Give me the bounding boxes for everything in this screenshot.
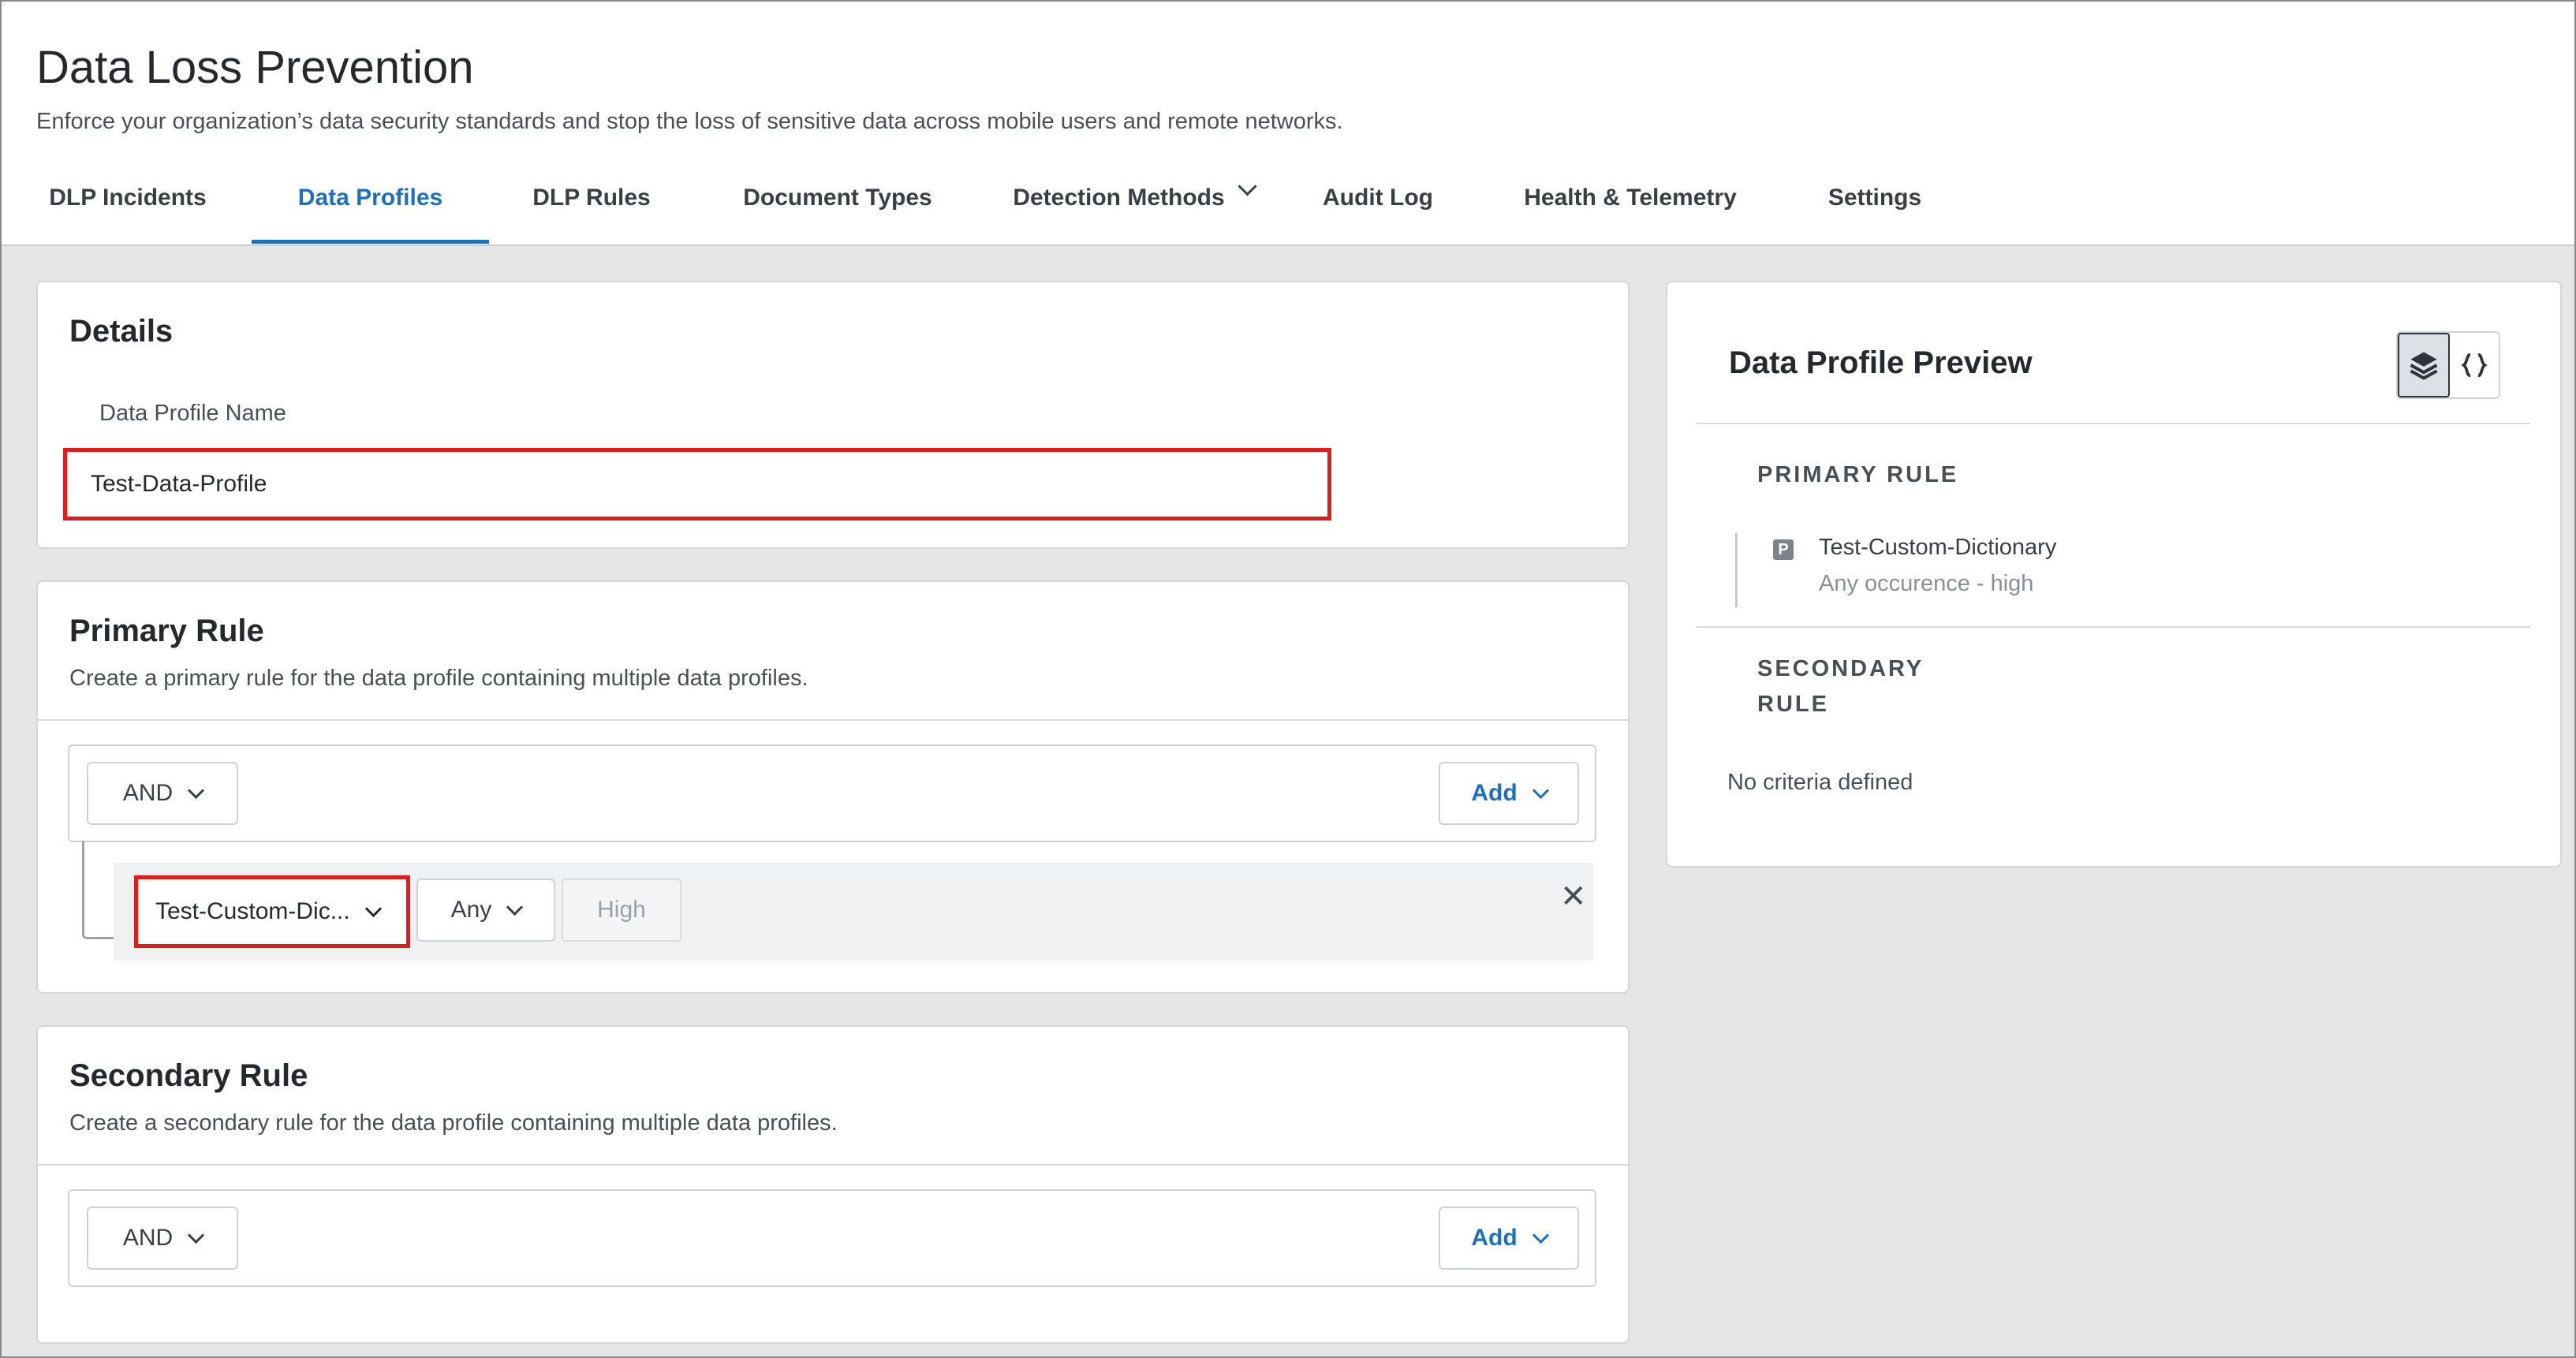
data-profile-name-label: Data Profile Name — [99, 401, 286, 426]
data-profile-preview-card: Data Profile Preview PRIMARY RULE P Test… — [1666, 281, 2562, 867]
tab-health-telemetry[interactable]: Health & Telemetry — [1520, 185, 1741, 240]
tab-dlp-rules[interactable]: DLP Rules — [522, 185, 661, 240]
chevron-down-icon — [188, 782, 205, 799]
tab-settings[interactable]: Settings — [1816, 185, 1934, 240]
primary-rule-group — [68, 744, 1596, 842]
preview-connector-line — [1735, 533, 1738, 607]
divider — [1696, 626, 2530, 628]
secondary-rule-description: Create a secondary rule for the data pro… — [69, 1110, 838, 1136]
primary-rule-title: Primary Rule — [69, 614, 264, 648]
preview-secondary-label: SECONDARY RULE — [1757, 656, 1925, 717]
secondary-operator-select[interactable]: AND — [87, 1207, 238, 1270]
rule-connector — [82, 841, 116, 939]
dictionary-select[interactable]: Test-Custom-Dic... — [134, 875, 410, 948]
chevron-down-icon — [506, 898, 524, 916]
chevron-down-icon — [1532, 1226, 1549, 1244]
page-title: Data Loss Prevention — [36, 42, 474, 93]
remove-condition-icon[interactable]: ✕ — [1560, 879, 1587, 915]
tab-detection-methods[interactable]: Detection Methods — [1003, 177, 1264, 240]
preview-primary-label: PRIMARY RULE — [1757, 462, 1959, 487]
secondary-rule-group — [68, 1189, 1596, 1287]
preview-view-toggle — [2396, 331, 2500, 399]
tab-audit-log[interactable]: Audit Log — [1319, 185, 1437, 240]
active-tab-indicator — [252, 240, 489, 244]
secondary-rule-title: Secondary Rule — [69, 1058, 308, 1093]
preview-title: Data Profile Preview — [1729, 345, 2033, 380]
chevron-down-icon — [188, 1226, 205, 1244]
primary-operator-select[interactable]: AND — [87, 762, 238, 825]
preview-secondary-empty: No criteria defined — [1727, 770, 1913, 795]
preview-primary-item-detail: Any occurence - high — [1819, 571, 2034, 596]
app-window: Data Loss Prevention Enforce your organi… — [0, 0, 2576, 1358]
secondary-add-button[interactable]: Add — [1439, 1207, 1579, 1270]
tab-data-profiles[interactable]: Data Profiles — [252, 185, 489, 240]
layers-icon[interactable] — [2398, 333, 2450, 397]
divider — [38, 719, 1628, 721]
tab-dlp-incidents[interactable]: DLP Incidents — [36, 185, 219, 240]
tab-document-types[interactable]: Document Types — [735, 185, 940, 240]
secondary-rule-card: Secondary Rule Create a secondary rule f… — [36, 1025, 1630, 1344]
chevron-down-icon — [1238, 177, 1257, 196]
page-header: Data Loss Prevention Enforce your organi… — [2, 2, 2574, 246]
primary-rule-description: Create a primary rule for the data profi… — [69, 666, 808, 691]
chevron-down-icon — [1532, 782, 1549, 799]
divider — [38, 1164, 1628, 1166]
page-subtitle: Enforce your organization’s data securit… — [36, 109, 1343, 134]
primary-add-button[interactable]: Add — [1439, 762, 1579, 825]
primary-rule-badge-icon: P — [1773, 539, 1794, 560]
occurrence-select[interactable]: Any — [416, 879, 555, 942]
confidence-field: High — [562, 879, 681, 942]
data-profile-name-input[interactable]: Test-Data-Profile — [63, 448, 1331, 520]
preview-primary-item-name: Test-Custom-Dictionary — [1819, 535, 2057, 560]
details-card: Details Data Profile Name Test-Data-Prof… — [36, 281, 1630, 549]
details-title: Details — [69, 314, 174, 349]
json-braces-icon[interactable] — [2450, 333, 2499, 397]
divider — [1696, 423, 2530, 424]
primary-rule-card: Primary Rule Create a primary rule for t… — [36, 580, 1630, 994]
chevron-down-icon — [364, 900, 382, 917]
